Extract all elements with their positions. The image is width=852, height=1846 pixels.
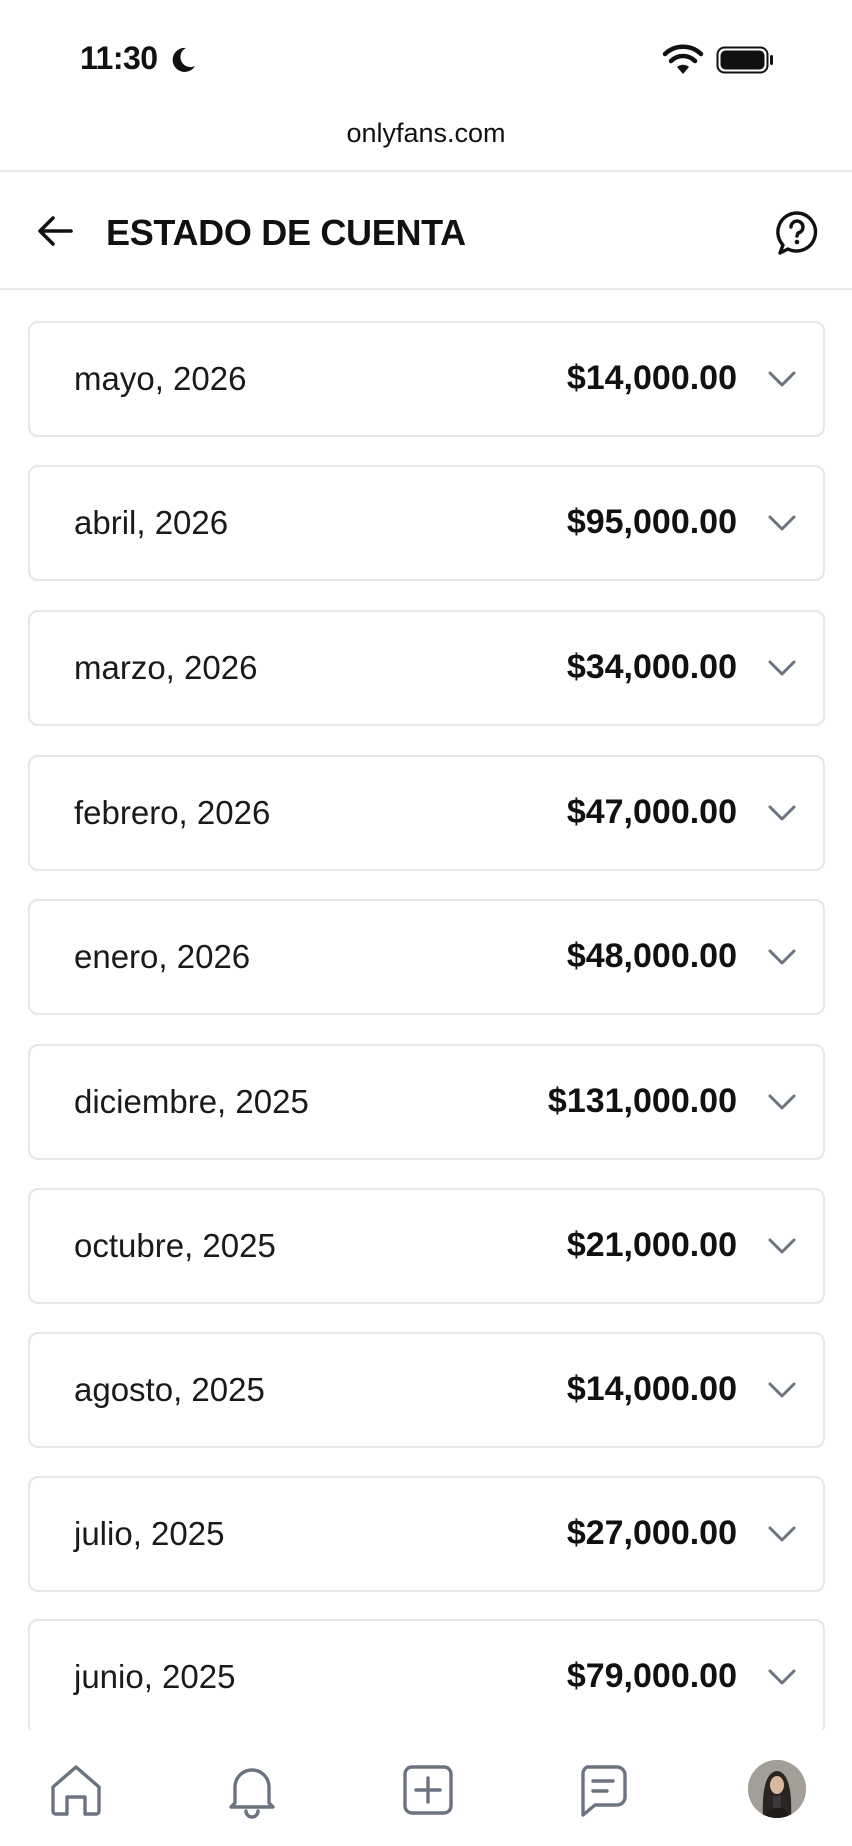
- avatar[interactable]: [748, 1760, 806, 1818]
- chevron-down-icon[interactable]: [767, 1090, 797, 1114]
- profile-photo-icon: [748, 1760, 806, 1818]
- nav-messages[interactable]: [572, 1760, 632, 1820]
- status-bar: 11:30: [0, 0, 852, 115]
- url-bar[interactable]: onlyfans.com: [0, 118, 852, 149]
- month-label: octubre, 2025: [74, 1227, 276, 1264]
- chevron-down-icon[interactable]: [767, 1234, 797, 1258]
- wifi-icon: [662, 44, 704, 74]
- bottom-nav: [0, 1730, 852, 1846]
- amount-label: $79,000.00: [566, 1657, 737, 1695]
- bell-icon: [229, 1768, 275, 1819]
- statement-row-diciembre-2025[interactable]: diciembre, 2025 $131,000.00: [28, 1044, 825, 1160]
- amount-label: $14,000.00: [566, 359, 737, 397]
- amount-label: $131,000.00: [547, 1082, 737, 1120]
- nav-add-post[interactable]: [398, 1760, 458, 1820]
- nav-home[interactable]: [46, 1760, 106, 1820]
- month-label: marzo, 2026: [74, 649, 258, 686]
- chevron-down-icon[interactable]: [767, 656, 797, 680]
- chevron-down-icon[interactable]: [767, 1522, 797, 1546]
- chevron-down-icon[interactable]: [767, 1378, 797, 1402]
- amount-label: $48,000.00: [566, 937, 737, 975]
- month-label: diciembre, 2025: [74, 1083, 309, 1120]
- chevron-down-icon[interactable]: [767, 801, 797, 825]
- chevron-down-icon[interactable]: [767, 367, 797, 391]
- amount-label: $21,000.00: [566, 1226, 737, 1264]
- statement-row-febrero-2026[interactable]: febrero, 2026 $47,000.00: [28, 755, 825, 871]
- month-label: febrero, 2026: [74, 794, 271, 831]
- statement-row-agosto-2025[interactable]: agosto, 2025 $14,000.00: [28, 1332, 825, 1448]
- arrow-left-icon: [38, 216, 73, 246]
- add-post-icon: [403, 1765, 453, 1815]
- statement-row-abril-2026[interactable]: abril, 2026 $95,000.00: [28, 465, 825, 581]
- month-label: mayo, 2026: [74, 360, 247, 397]
- messages-icon: [581, 1765, 627, 1817]
- amount-label: $47,000.00: [566, 793, 737, 831]
- battery-icon: [716, 46, 773, 74]
- statement-row-junio-2025[interactable]: junio, 2025 $79,000.00: [28, 1619, 825, 1735]
- month-label: abril, 2026: [74, 504, 229, 541]
- help-icon: [776, 211, 818, 255]
- statement-row-enero-2026[interactable]: enero, 2026 $48,000.00: [28, 899, 825, 1015]
- chevron-down-icon[interactable]: [767, 1665, 797, 1689]
- statement-row-julio-2025[interactable]: julio, 2025 $27,000.00: [28, 1476, 825, 1592]
- statement-row-marzo-2026[interactable]: marzo, 2026 $34,000.00: [28, 610, 825, 726]
- nav-notifications[interactable]: [222, 1760, 282, 1820]
- page-title: ESTADO DE CUENTA: [106, 212, 466, 253]
- chevron-down-icon[interactable]: [767, 945, 797, 969]
- header-divider: [0, 288, 852, 290]
- back-button[interactable]: [30, 206, 80, 256]
- amount-label: $34,000.00: [566, 648, 737, 686]
- moon-icon: [172, 47, 195, 72]
- status-time: 11:30: [80, 40, 158, 76]
- statement-row-mayo-2026[interactable]: mayo, 2026 $14,000.00: [28, 321, 825, 437]
- month-label: julio, 2025: [74, 1515, 225, 1552]
- amount-label: $27,000.00: [566, 1514, 737, 1552]
- month-label: enero, 2026: [74, 938, 251, 975]
- page-header: ESTADO DE CUENTA: [0, 172, 852, 290]
- month-label: junio, 2025: [74, 1658, 236, 1695]
- help-button[interactable]: [772, 208, 822, 258]
- statement-row-octubre-2025[interactable]: octubre, 2025 $21,000.00: [28, 1188, 825, 1304]
- amount-label: $14,000.00: [566, 1370, 737, 1408]
- home-icon: [51, 1765, 101, 1816]
- amount-label: $95,000.00: [566, 503, 737, 541]
- month-label: agosto, 2025: [74, 1371, 265, 1408]
- chevron-down-icon[interactable]: [767, 511, 797, 535]
